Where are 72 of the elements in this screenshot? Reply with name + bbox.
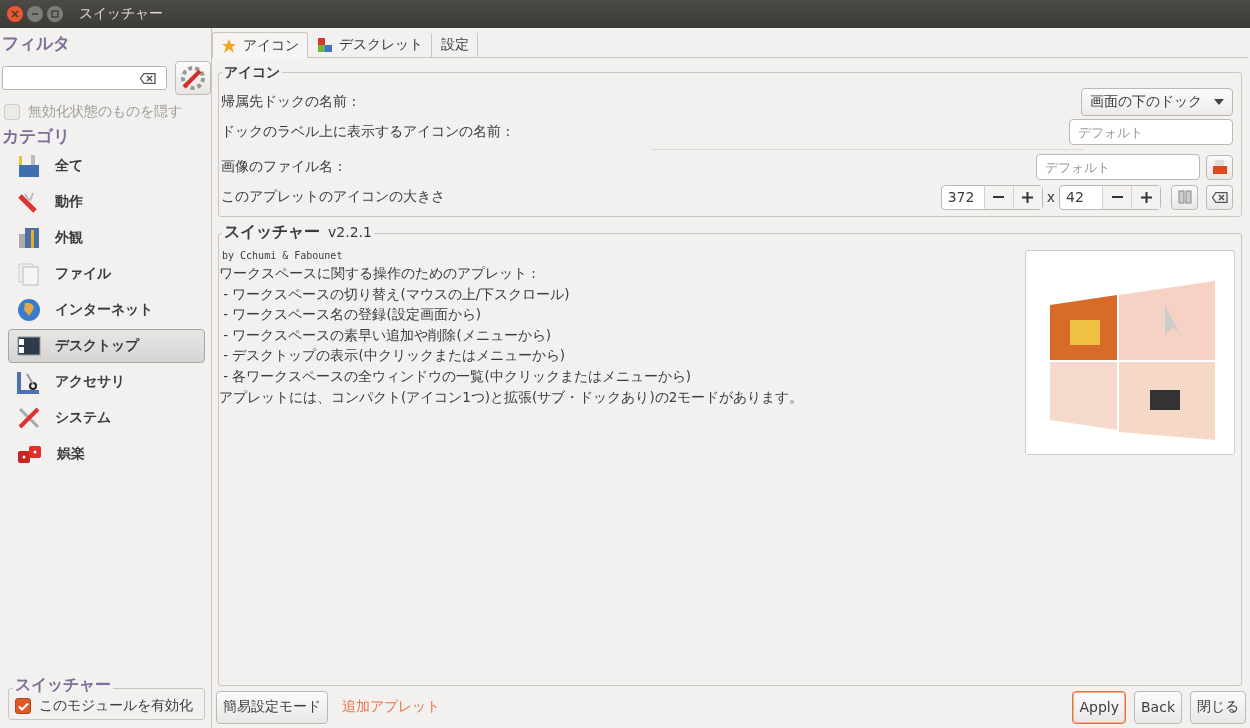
enable-label: このモジュールを有効化 [39, 697, 193, 715]
tab[interactable]: デスクレット [308, 32, 432, 57]
description-line: アプレットには、コンパクト(アイコン1つ)と拡張(サブ・ドックあり)の2モードがあります。 [219, 387, 804, 407]
category-item[interactable]: アクセサリ [8, 365, 205, 399]
minimize-icon[interactable] [27, 6, 43, 22]
description-line: - 各ワークスペースの全ウィンドウの一覧(中クリックまたはメニューから) [222, 366, 691, 386]
width-spinner[interactable]: 372 [940, 184, 1043, 210]
section-title: アイコン [222, 63, 282, 81]
clear-button[interactable] [1206, 184, 1233, 210]
clear-icon [1211, 191, 1228, 203]
filter-field[interactable] [2, 66, 167, 90]
minus-icon [993, 195, 1005, 199]
category-item[interactable]: 全て [8, 149, 205, 183]
filter-heading: フィルタ [2, 32, 70, 55]
gear-wrench-icon [180, 65, 206, 91]
scissors-icon [17, 370, 41, 394]
category-item[interactable]: 外観 [8, 221, 205, 255]
blocks-icon [317, 37, 333, 53]
plus-icon [1022, 191, 1034, 203]
field-label: ドックのラベル上に表示するアイコンの名前 : [221, 123, 511, 141]
dialog-button[interactable]: 閉じる [1190, 690, 1246, 724]
category-heading: カテゴリ [2, 125, 70, 148]
decrement-button[interactable] [1102, 185, 1131, 209]
window-title: スイッチャー [79, 5, 163, 23]
dialog-button[interactable]: Apply [1072, 690, 1126, 724]
dice-icon [17, 443, 43, 465]
tab[interactable]: 設定 [432, 32, 478, 57]
category-item[interactable]: ファイル [8, 257, 205, 291]
hide-disabled-label: 無効化状態のものを隠す [28, 103, 182, 121]
category-item[interactable]: 娯楽 [8, 437, 205, 471]
image-file-field[interactable]: デフォルト [1036, 154, 1200, 180]
close-icon[interactable] [7, 6, 23, 22]
label-name-field[interactable]: デフォルト [1069, 119, 1233, 145]
description-line: - ワークスペースの素早い追加や削除(メニューから) [222, 325, 551, 345]
description-line: ワークスペースに関する操作のためのアプレット : [219, 264, 536, 283]
field-label: このアプレットのアイコンの大きさ [221, 188, 445, 206]
description-line: - ワークスペースの切り替え(マウスの上/下スクロール) [222, 284, 570, 304]
module-title: スイッチャー [13, 676, 113, 694]
settings-button[interactable] [175, 61, 211, 95]
folder-icon [1211, 159, 1228, 175]
clear-icon[interactable] [140, 72, 156, 84]
globe-icon [17, 298, 41, 322]
description-line: - デスクトップの表示(中クリックまたはメニューから) [222, 346, 565, 366]
dialog-button[interactable]: Back [1134, 690, 1182, 724]
field-label: 画像のファイル名 : [221, 158, 343, 176]
window-icon [17, 336, 41, 356]
dock-dropdown[interactable]: 画面の下のドック [1081, 88, 1233, 116]
increment-button[interactable] [1012, 185, 1042, 209]
maximize-icon[interactable] [47, 6, 63, 22]
applet-author: by Cchumi & Fabounet [222, 250, 343, 261]
category-item[interactable]: デスクトップ [8, 329, 205, 363]
plus-icon [1140, 191, 1152, 203]
pause-icon [1177, 190, 1192, 204]
applet-name: スイッチャー [222, 222, 328, 242]
category-item[interactable]: 動作 [8, 185, 205, 219]
enable-checkbox[interactable] [15, 698, 31, 714]
increment-button[interactable] [1131, 185, 1160, 209]
decrement-button[interactable] [983, 185, 1013, 209]
category-item[interactable]: システム [8, 401, 205, 435]
description-line: - ワークスペース名の登録(設定画面から) [222, 305, 481, 325]
field-label: 帰属先ドックの名前 : [221, 93, 357, 111]
star-icon [221, 37, 237, 54]
browse-button[interactable] [1206, 154, 1233, 180]
height-spinner[interactable]: 42 [1059, 184, 1161, 210]
times-sign: x [1046, 189, 1055, 205]
minus-icon [1111, 195, 1123, 199]
toolbox-icon [17, 154, 41, 178]
simple-mode-button[interactable]: 簡易設定モード [216, 690, 328, 724]
caret-icon [1214, 99, 1224, 105]
tab[interactable]: アイコン [212, 32, 308, 58]
category-item[interactable]: インターネット [8, 293, 205, 327]
document-icon [17, 262, 41, 286]
